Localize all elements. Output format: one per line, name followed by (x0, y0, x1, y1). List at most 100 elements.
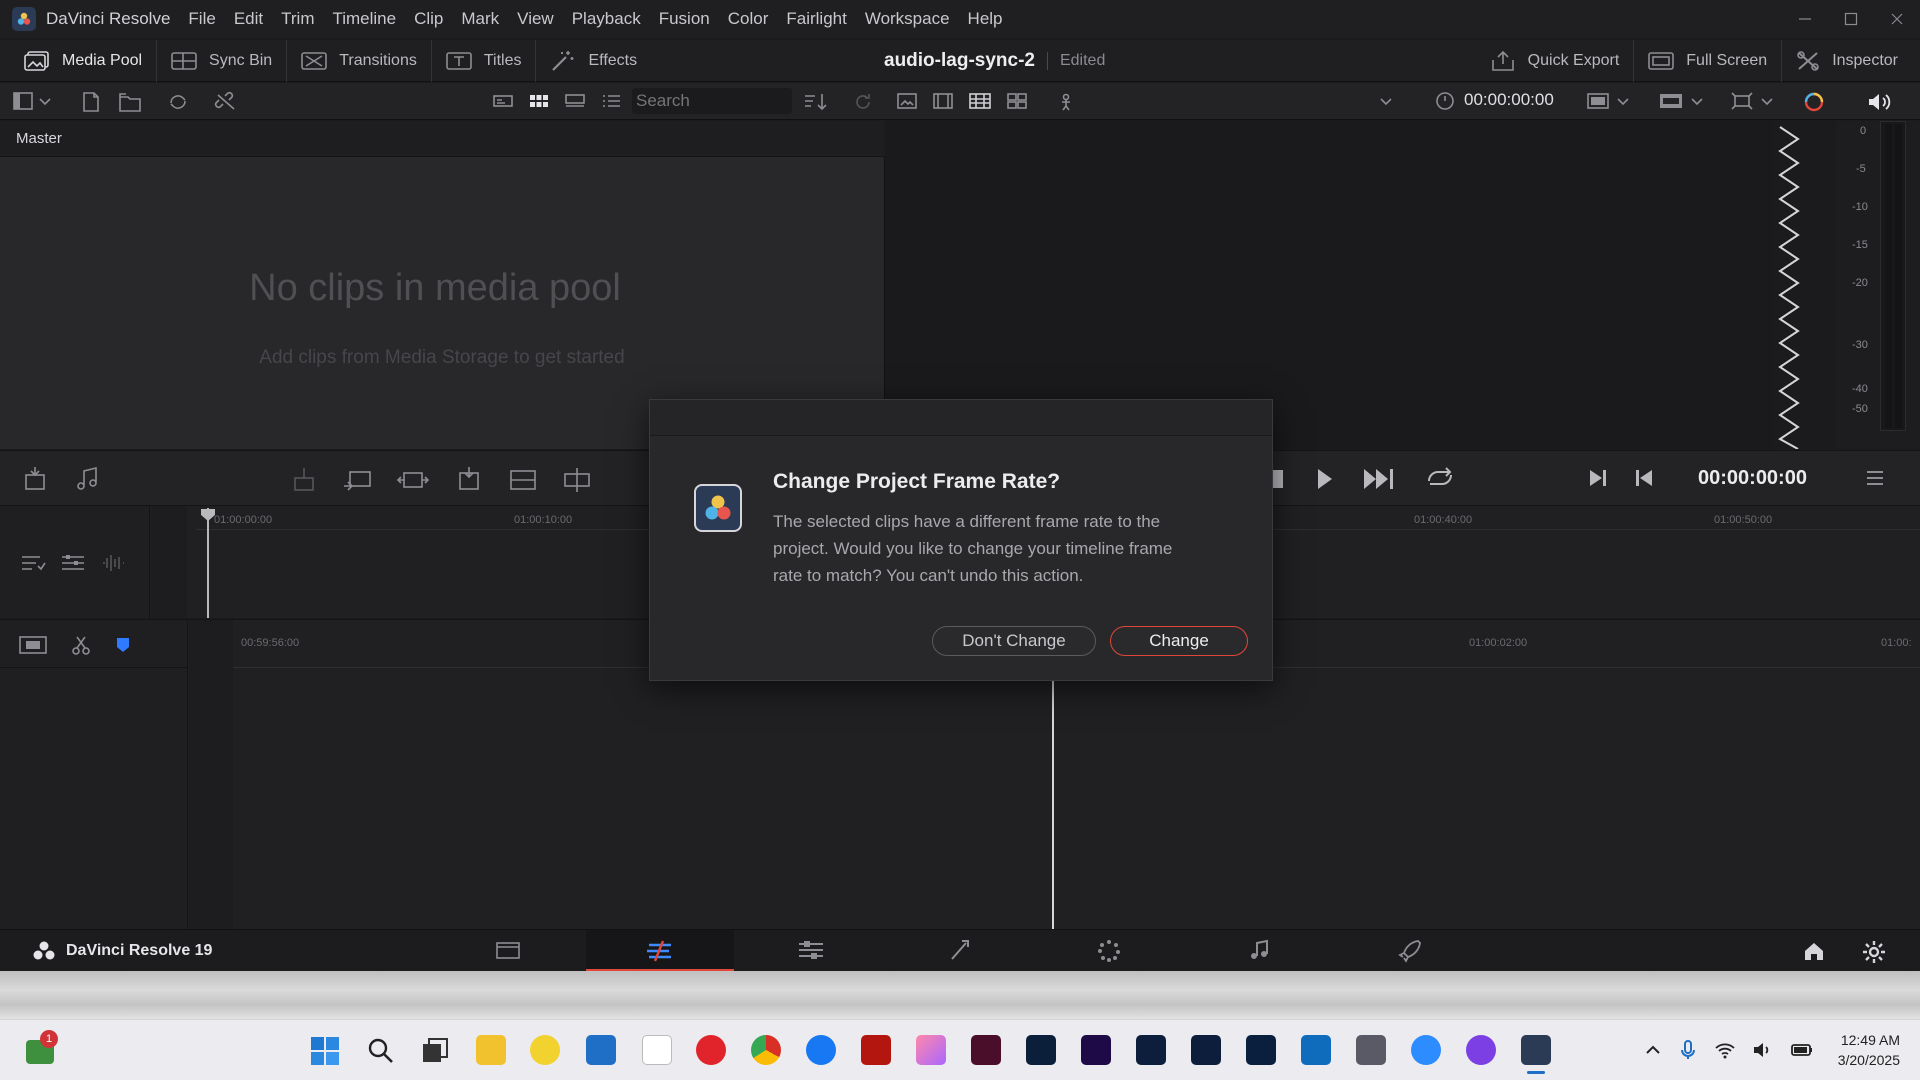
unlink-button[interactable] (214, 91, 238, 113)
fairlight-page-tab[interactable] (1248, 938, 1272, 962)
scissors-icon[interactable] (70, 634, 92, 656)
viewer-options-dropdown[interactable] (1378, 91, 1394, 111)
clock[interactable]: 12:49 AM 3/20/2025 (1800, 1030, 1900, 1070)
lower-playhead[interactable] (1052, 680, 1054, 930)
person-button[interactable] (1056, 92, 1076, 112)
file-explorer-icon[interactable] (476, 1035, 506, 1065)
wifi-icon[interactable] (1714, 1038, 1736, 1062)
outlook-icon[interactable] (1301, 1035, 1331, 1065)
start-button[interactable] (310, 1036, 340, 1066)
camera-icon[interactable] (1356, 1035, 1386, 1065)
list-view-icon[interactable] (600, 91, 622, 111)
deliver-page-tab[interactable] (1396, 938, 1422, 964)
edit-page-tab[interactable] (796, 938, 826, 962)
facebook-icon[interactable] (806, 1035, 836, 1065)
media-pool-button[interactable]: Media Pool (0, 39, 158, 82)
marker-icon[interactable] (114, 634, 132, 656)
indesign-icon[interactable] (971, 1035, 1001, 1065)
full-screen-button[interactable]: Full Screen (1634, 40, 1783, 82)
fit-to-fill-icon[interactable] (454, 465, 484, 495)
menu-workspace[interactable]: Workspace (865, 9, 950, 29)
menu-edit[interactable]: Edit (234, 9, 263, 29)
replace-icon[interactable] (396, 466, 430, 494)
upper-playhead[interactable] (207, 508, 209, 618)
audition-icon[interactable] (1246, 1035, 1276, 1065)
thumbnail-view-icon[interactable] (528, 91, 550, 111)
grid-icon[interactable] (1006, 91, 1028, 111)
creative-cloud-icon[interactable] (916, 1035, 946, 1065)
overwrite-icon[interactable] (342, 466, 372, 494)
viewer-size-dropdown[interactable] (1586, 91, 1630, 111)
opera-icon[interactable] (696, 1035, 726, 1065)
menu-timeline[interactable]: Timeline (332, 9, 396, 29)
home-button[interactable] (1802, 940, 1826, 962)
film-icon[interactable] (932, 91, 954, 111)
dont-change-button[interactable]: Don't Change (932, 626, 1096, 656)
premiere-icon[interactable] (1081, 1035, 1111, 1065)
chevron-up-icon[interactable] (1644, 1038, 1662, 1062)
change-button[interactable]: Change (1110, 626, 1248, 656)
new-bin-button[interactable] (80, 91, 102, 113)
previous-edit-icon[interactable] (1632, 465, 1656, 491)
menu-fairlight[interactable]: Fairlight (786, 9, 846, 29)
microphone-icon[interactable] (1678, 1038, 1698, 1062)
sync-button[interactable] (166, 91, 190, 113)
settings-button[interactable] (1862, 940, 1886, 964)
transitions-button[interactable]: Transitions (287, 39, 432, 82)
photoshop-icon[interactable] (1026, 1035, 1056, 1065)
menu-trim[interactable]: Trim (281, 9, 314, 29)
append-icon[interactable] (562, 466, 592, 494)
tasks-app-icon[interactable] (530, 1035, 560, 1065)
refresh-button[interactable] (852, 91, 874, 113)
clip-view-icon[interactable] (18, 634, 48, 656)
audio-button[interactable] (1866, 91, 1892, 113)
filezilla-icon[interactable] (861, 1035, 891, 1065)
inspector-button[interactable]: Inspector (1782, 40, 1920, 82)
menu-file[interactable]: File (188, 9, 215, 29)
playhead-marker-icon[interactable] (200, 508, 216, 522)
zoom-icon[interactable] (1411, 1035, 1441, 1065)
place-on-top-icon[interactable] (508, 466, 538, 494)
minimize-button[interactable] (1782, 0, 1828, 38)
sync-bin-button[interactable]: Sync Bin (157, 39, 288, 82)
sort-button[interactable] (802, 91, 828, 113)
transform-dropdown[interactable] (1730, 91, 1774, 111)
audio-waveform-icon[interactable] (100, 552, 126, 574)
loop-icon[interactable] (1424, 465, 1456, 491)
new-smart-bin-button[interactable] (118, 91, 142, 113)
menu-playback[interactable]: Playback (572, 9, 641, 29)
timeline-options-icon[interactable] (20, 552, 46, 574)
titles-button[interactable]: Titles (432, 39, 537, 82)
volume-icon[interactable] (1752, 1038, 1774, 1062)
menu-fusion[interactable]: Fusion (659, 9, 710, 29)
quick-export-button[interactable]: Quick Export (1476, 40, 1635, 82)
audio-track-icon[interactable] (22, 465, 48, 493)
menu-help[interactable]: Help (968, 9, 1003, 29)
menu-mark[interactable]: Mark (461, 9, 499, 29)
search-taskbar-button[interactable] (366, 1036, 396, 1066)
davinci-taskbar-icon[interactable] (1521, 1035, 1551, 1065)
effects-button[interactable]: Effects (536, 40, 651, 82)
menu-clip[interactable]: Clip (414, 9, 443, 29)
fast-forward-icon[interactable] (1362, 465, 1398, 491)
fusion-page-tab[interactable] (948, 938, 974, 962)
master-bin-label[interactable]: Master (16, 130, 62, 147)
chrome-icon[interactable] (751, 1035, 781, 1065)
filmstrip-icon[interactable] (968, 91, 992, 111)
insert-icon[interactable] (290, 466, 318, 494)
metadata-view-icon[interactable] (492, 91, 514, 111)
media-page-tab[interactable] (494, 938, 522, 962)
track-settings-icon[interactable] (60, 552, 86, 574)
menu-color[interactable]: Color (728, 9, 769, 29)
lightroom-icon[interactable] (1191, 1035, 1221, 1065)
calculator-icon[interactable] (586, 1035, 616, 1065)
color-page-tab[interactable] (1096, 938, 1122, 964)
options-menu-button[interactable] (1864, 467, 1886, 489)
lightroom-classic-icon[interactable] (1136, 1035, 1166, 1065)
close-button[interactable] (1874, 0, 1920, 38)
image-view-icon[interactable] (896, 91, 918, 111)
music-note-icon[interactable] (74, 465, 100, 493)
search-input[interactable] (636, 91, 786, 111)
cut-page-tab[interactable] (586, 930, 734, 972)
notepad-icon[interactable] (642, 1035, 672, 1065)
